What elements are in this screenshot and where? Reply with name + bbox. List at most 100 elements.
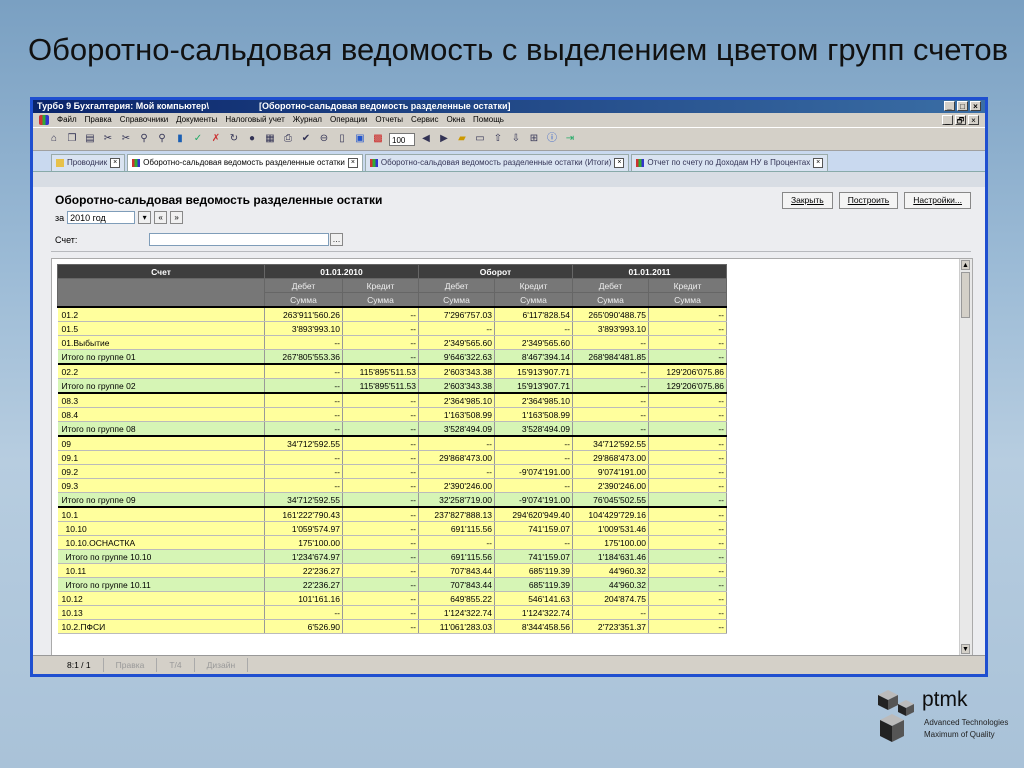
amount-cell[interactable]: -- bbox=[342, 521, 419, 536]
chart-icon[interactable]: ▮ bbox=[173, 132, 187, 146]
amount-cell[interactable]: -- bbox=[264, 335, 343, 350]
amount-cell[interactable]: 175'100.00 bbox=[264, 535, 343, 550]
account-cell[interactable]: 09 bbox=[57, 435, 265, 451]
move-down-icon[interactable]: ⇩ bbox=[509, 132, 523, 146]
amount-cell[interactable]: 11'061'283.03 bbox=[418, 619, 495, 634]
open-icon[interactable]: ▭ bbox=[473, 132, 487, 146]
check-icon[interactable]: ✓ bbox=[191, 132, 205, 146]
amount-cell[interactable]: -- bbox=[572, 407, 649, 422]
amount-cell[interactable]: 8'467'394.14 bbox=[494, 349, 573, 365]
amount-cell[interactable]: -- bbox=[572, 363, 649, 379]
table-row[interactable]: 10.2.ПФСИ 6'526.90 -- 11'061'283.03 8'344'45… bbox=[57, 619, 727, 634]
amount-cell[interactable]: -- bbox=[342, 464, 419, 479]
menu-reports[interactable]: Отчеты bbox=[375, 113, 403, 127]
account-cell[interactable]: 10.11 bbox=[57, 563, 265, 578]
amount-cell[interactable]: -- bbox=[572, 335, 649, 350]
table-row[interactable]: 08.4 -- -- 1'163'508.99 1'163'508.99 -- -- bbox=[57, 407, 727, 422]
amount-cell[interactable]: -- bbox=[342, 577, 419, 592]
amount-cell[interactable]: 1'184'631.46 bbox=[572, 549, 649, 564]
header-credit[interactable]: Кредит bbox=[648, 278, 727, 293]
table-row[interactable]: 09.1 -- -- 29'868'473.00 -- 29'868'473.00 -- bbox=[57, 450, 727, 465]
amount-cell[interactable]: -- bbox=[572, 605, 649, 620]
amount-cell[interactable]: 15'913'907.71 bbox=[494, 378, 573, 394]
table-row[interactable]: 09.2 -- -- -- -9'074'191.00 9'074'191.00 -- bbox=[57, 464, 727, 479]
amount-cell[interactable]: 34'712'592.55 bbox=[264, 435, 343, 451]
tab-income-report[interactable]: Отчет по счету по Доходам НУ в Процентах… bbox=[631, 154, 829, 171]
amount-cell[interactable]: -- bbox=[342, 435, 419, 451]
menu-references[interactable]: Справочники bbox=[120, 113, 168, 127]
period-dropdown-icon[interactable]: ▾ bbox=[138, 211, 152, 224]
amount-cell[interactable]: 34'712'592.55 bbox=[572, 435, 649, 451]
table-row[interactable]: 01.5 3'893'993.10 -- -- -- 3'893'993.10 -- bbox=[57, 321, 727, 336]
amount-cell[interactable]: -- bbox=[342, 506, 419, 522]
amount-cell[interactable]: -- bbox=[648, 464, 727, 479]
amount-cell[interactable]: 2'390'246.00 bbox=[572, 478, 649, 493]
window-titlebar[interactable]: Турбо 9 Бухгалтерия: Мой компьютер\ [Обо… bbox=[33, 100, 985, 113]
menu-edit[interactable]: Правка bbox=[85, 113, 112, 127]
amount-cell[interactable]: -- bbox=[648, 450, 727, 465]
amount-cell[interactable]: 1'163'508.99 bbox=[418, 407, 495, 422]
amount-cell[interactable]: -- bbox=[342, 563, 419, 578]
splitter[interactable] bbox=[51, 251, 971, 252]
amount-cell[interactable]: 267'805'553.36 bbox=[264, 349, 343, 365]
amount-cell[interactable]: 649'855.22 bbox=[418, 591, 495, 606]
amount-cell[interactable]: 161'222'790.43 bbox=[264, 506, 343, 522]
nav-back-icon[interactable]: ◀ bbox=[419, 132, 433, 146]
amount-cell[interactable]: -- bbox=[572, 421, 649, 437]
table-row[interactable]: 01.2 263'911'560.26 -- 7'296'757.03 6'117'82… bbox=[57, 306, 727, 322]
tab-close-icon[interactable]: × bbox=[347, 158, 358, 168]
account-cell[interactable]: Итого по группе 01 bbox=[57, 349, 265, 365]
amount-cell[interactable]: -- bbox=[418, 535, 495, 550]
save-icon[interactable]: ▣ bbox=[353, 132, 367, 146]
amount-cell[interactable]: 129'206'075.86 bbox=[648, 363, 727, 379]
account-cell[interactable]: 10.2.ПФСИ bbox=[57, 619, 265, 634]
account-cell[interactable]: 09.2 bbox=[57, 464, 265, 479]
close-window-button[interactable]: × bbox=[970, 101, 981, 111]
amount-cell[interactable]: 741'159.07 bbox=[494, 521, 573, 536]
amount-cell[interactable]: 2'349'565.60 bbox=[494, 335, 573, 350]
amount-cell[interactable]: -- bbox=[264, 421, 343, 437]
account-cell[interactable]: 10.1 bbox=[57, 506, 265, 522]
amount-cell[interactable]: -- bbox=[648, 349, 727, 365]
menu-service[interactable]: Сервис bbox=[411, 113, 438, 127]
menu-file[interactable]: Файл bbox=[57, 113, 77, 127]
uncheck-icon[interactable]: ✗ bbox=[209, 132, 223, 146]
amount-cell[interactable]: 268'984'481.85 bbox=[572, 349, 649, 365]
amount-cell[interactable]: 34'712'592.55 bbox=[264, 492, 343, 508]
amount-cell[interactable]: -- bbox=[648, 321, 727, 336]
amount-cell[interactable]: -- bbox=[342, 349, 419, 365]
amount-cell[interactable]: 101'161.16 bbox=[264, 591, 343, 606]
build-button[interactable]: Построить bbox=[838, 192, 899, 209]
exit-icon[interactable]: ⇥ bbox=[563, 132, 577, 146]
table-row[interactable]: 10.11 22'236.27 -- 707'843.44 685'119.39 44'9… bbox=[57, 563, 727, 578]
table-row[interactable]: 10.10.ОСНАСТКА 175'100.00 -- -- -- 175'100.00… bbox=[57, 535, 727, 550]
amount-cell[interactable]: -- bbox=[342, 549, 419, 564]
amount-cell[interactable]: -- bbox=[342, 535, 419, 550]
table-row[interactable]: 09.3 -- -- 2'390'246.00 -- 2'390'246.00 -- bbox=[57, 478, 727, 493]
account-select-icon[interactable]: … bbox=[330, 233, 343, 246]
header-account[interactable]: Счет bbox=[57, 264, 265, 279]
period-prev-icon[interactable]: « bbox=[154, 211, 168, 224]
table-row[interactable]: Итого по группе 09 34'712'592.55 -- 32'258'… bbox=[57, 492, 727, 508]
amount-cell[interactable]: -- bbox=[648, 392, 727, 408]
account-cell[interactable]: 01.Выбытие bbox=[57, 335, 265, 350]
account-cell[interactable]: 10.10.ОСНАСТКА bbox=[57, 535, 265, 550]
amount-cell[interactable]: 263'911'560.26 bbox=[264, 306, 343, 322]
table-row[interactable]: Итого по группе 01 267'805'553.36 -- 9'646'… bbox=[57, 349, 727, 365]
amount-cell[interactable]: -- bbox=[342, 591, 419, 606]
amount-cell[interactable]: -- bbox=[264, 392, 343, 408]
table-row[interactable]: 02.2 -- 115'895'511.53 2'603'343.38 15'913'9… bbox=[57, 363, 727, 379]
period-next-icon[interactable]: » bbox=[170, 211, 184, 224]
menu-documents[interactable]: Документы bbox=[176, 113, 217, 127]
table-row[interactable]: Итого по группе 10.11 22'236.27 -- 707'843.… bbox=[57, 577, 727, 592]
amount-cell[interactable]: -- bbox=[494, 478, 573, 493]
amount-cell[interactable]: 691'115.56 bbox=[418, 549, 495, 564]
info-icon[interactable]: ⓘ bbox=[545, 132, 559, 146]
doc-minimize-button[interactable]: _ bbox=[942, 115, 953, 125]
doc-close-button[interactable]: × bbox=[968, 115, 979, 125]
amount-cell[interactable]: -- bbox=[648, 563, 727, 578]
amount-cell[interactable]: -- bbox=[572, 392, 649, 408]
amount-cell[interactable]: 22'236.27 bbox=[264, 577, 343, 592]
amount-cell[interactable]: -- bbox=[264, 464, 343, 479]
amount-cell[interactable]: -- bbox=[264, 605, 343, 620]
